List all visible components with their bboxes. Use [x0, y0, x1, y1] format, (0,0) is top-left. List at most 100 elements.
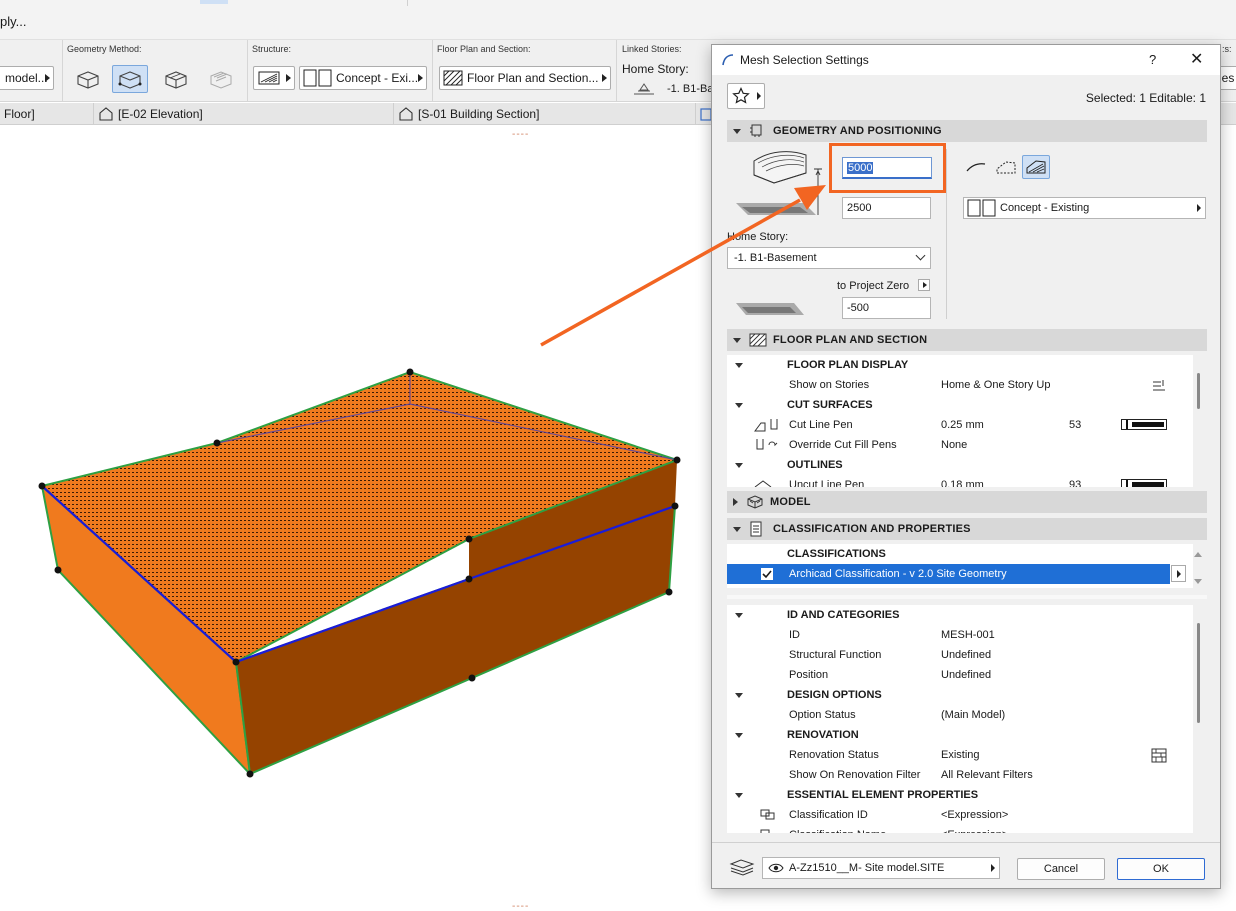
edge-ridge-icon[interactable]: [964, 157, 988, 177]
help-button[interactable]: ?: [1149, 52, 1156, 67]
row-label: Renovation Status: [789, 749, 879, 761]
close-button[interactable]: ✕: [1190, 49, 1203, 69]
edge-all-button[interactable]: [1022, 155, 1050, 179]
row-label: Structural Function: [789, 649, 882, 661]
floor-plan-header-label: FLOOR PLAN AND SECTION: [773, 334, 928, 346]
classification-header-label: CLASSIFICATION AND PROPERTIES: [773, 523, 971, 535]
group-label: RENOVATION: [787, 729, 859, 741]
splitter[interactable]: [727, 595, 1207, 599]
divider: [946, 149, 947, 319]
floor-plan-scrollbar[interactable]: [1197, 373, 1200, 409]
geometry-icon: [749, 123, 767, 139]
project-zero-icon: [736, 303, 804, 315]
chevron-right-icon: [1197, 204, 1201, 212]
tree-row[interactable]: Show On Renovation Filter All Relevant Fi…: [727, 765, 1193, 785]
tree-row[interactable]: ID MESH-001: [727, 625, 1193, 645]
tree-row[interactable]: Position Undefined: [727, 665, 1193, 685]
pen-color-swatch[interactable]: [1121, 419, 1167, 430]
expression-icon: [760, 829, 770, 833]
row-value: <Expression>: [941, 825, 1008, 833]
expression-icon: [760, 809, 775, 820]
classification-scroll-arrows[interactable]: [1192, 549, 1204, 589]
collapse-icon: [735, 693, 743, 698]
row-value: 0.18 mm: [941, 479, 984, 487]
selected-info: Selected: 1 Editable: 1: [1085, 91, 1206, 105]
collapse-icon: [735, 403, 743, 408]
pen-color-swatch[interactable]: [1121, 479, 1167, 487]
dialog-title-bar: Mesh Selection Settings ? ✕: [712, 45, 1220, 75]
tree-group[interactable]: ESSENTIAL ELEMENT PROPERTIES: [727, 785, 1193, 805]
collapse-icon: [735, 363, 743, 368]
project-zero-label[interactable]: to Project Zero: [837, 280, 909, 292]
tree-group[interactable]: CUT SURFACES: [727, 395, 1193, 415]
row-value: Existing: [941, 749, 980, 761]
divider: [712, 842, 1220, 843]
model-icon: [746, 494, 764, 510]
building-material-icon: [967, 199, 996, 217]
mesh-offset-input[interactable]: 2500: [842, 197, 931, 219]
floor-plan-icon: [749, 332, 767, 348]
row-label: Uncut Line Pen: [789, 479, 865, 487]
tree-row[interactable]: Show on Stories Home & One Story Up: [727, 375, 1193, 395]
project-zero-input[interactable]: -500: [842, 297, 931, 319]
tree-group[interactable]: RENOVATION: [727, 725, 1193, 745]
tree-row[interactable]: Renovation Status Existing: [727, 745, 1193, 765]
classification-properties-header[interactable]: CLASSIFICATION AND PROPERTIES: [727, 518, 1207, 540]
checkmark-icon: [762, 570, 772, 579]
classification-value: Archicad Classification - v 2.0 Site Geo…: [789, 568, 1007, 580]
tree-group[interactable]: OUTLINES: [727, 455, 1193, 475]
project-zero-toggle[interactable]: [918, 279, 930, 291]
classification-browse-button[interactable]: [1171, 565, 1186, 582]
collapse-icon: [735, 733, 743, 738]
mesh-offset-value: 2500: [847, 202, 872, 214]
building-material-select[interactable]: Concept - Existing: [963, 197, 1206, 219]
tree-row[interactable]: Classification ID <Expression>: [727, 805, 1193, 825]
home-story-label: Home Story:: [727, 231, 789, 243]
chevron-right-icon: [991, 864, 995, 872]
tree-group[interactable]: ID AND CATEGORIES: [727, 605, 1193, 625]
expand-icon: [733, 498, 738, 506]
mesh-thickness-input[interactable]: 5000: [842, 157, 932, 179]
tree-row[interactable]: Option Status (Main Model): [727, 705, 1193, 725]
favorites-button[interactable]: [727, 83, 765, 109]
classification-row[interactable]: Archicad Classification - v 2.0 Site Geo…: [727, 564, 1170, 584]
properties-scrollbar[interactable]: [1197, 623, 1200, 723]
cut-line-pen-icon: [754, 419, 778, 432]
row-value: None: [941, 439, 968, 451]
pen-number: 53: [1069, 419, 1082, 431]
geometry-positioning-header[interactable]: GEOMETRY AND POSITIONING: [727, 120, 1207, 142]
row-label: Classification ID: [789, 809, 868, 821]
tree-row[interactable]: Classification Name <Expression>: [727, 825, 1193, 833]
row-value: (Main Model): [941, 709, 1006, 721]
chevron-right-icon: [1177, 570, 1181, 578]
cancel-button[interactable]: Cancel: [1017, 858, 1105, 880]
model-header[interactable]: MODEL: [727, 491, 1207, 513]
floor-plan-tree: FLOOR PLAN DISPLAY Show on Stories Home &…: [727, 355, 1193, 487]
tree-group[interactable]: DESIGN OPTIONS: [727, 685, 1193, 705]
group-label: ID AND CATEGORIES: [787, 609, 900, 621]
layers-icon: [729, 859, 755, 876]
tree-row[interactable]: Uncut Line Pen 0.18 mm 93: [727, 475, 1193, 487]
tree-group[interactable]: FLOOR PLAN DISPLAY: [727, 355, 1193, 375]
mesh-selection-settings-dialog: Mesh Selection Settings ? ✕ Selected: 1 …: [711, 44, 1221, 889]
chevron-down-icon: [915, 250, 926, 261]
geometry-header-label: GEOMETRY AND POSITIONING: [773, 125, 942, 137]
tree-row[interactable]: Cut Line Pen 0.25 mm 53: [727, 415, 1193, 435]
edge-user-icon[interactable]: [994, 157, 1018, 177]
floor-plan-section-header[interactable]: FLOOR PLAN AND SECTION: [727, 329, 1207, 351]
home-story-value: -1. B1-Basement: [734, 252, 817, 264]
row-label: Classification Name: [789, 825, 886, 833]
row-value: 0.25 mm: [941, 419, 984, 431]
row-value: All Relevant Filters: [941, 769, 1033, 781]
chevron-right-icon: [923, 282, 927, 288]
tree-row[interactable]: Structural Function Undefined: [727, 645, 1193, 665]
group-label: ESSENTIAL ELEMENT PROPERTIES: [787, 789, 979, 801]
classification-checkbox[interactable]: [761, 568, 773, 580]
tree-row[interactable]: Override Cut Fill Pens None: [727, 435, 1193, 455]
stories-icon: [1153, 380, 1165, 391]
home-story-select[interactable]: -1. B1-Basement: [727, 247, 931, 269]
layer-select[interactable]: A-Zz1510__M- Site model.SITE: [762, 857, 1000, 879]
ok-button[interactable]: OK: [1117, 858, 1205, 880]
row-label: ID: [789, 629, 800, 641]
mesh-tool-icon: [722, 54, 734, 66]
